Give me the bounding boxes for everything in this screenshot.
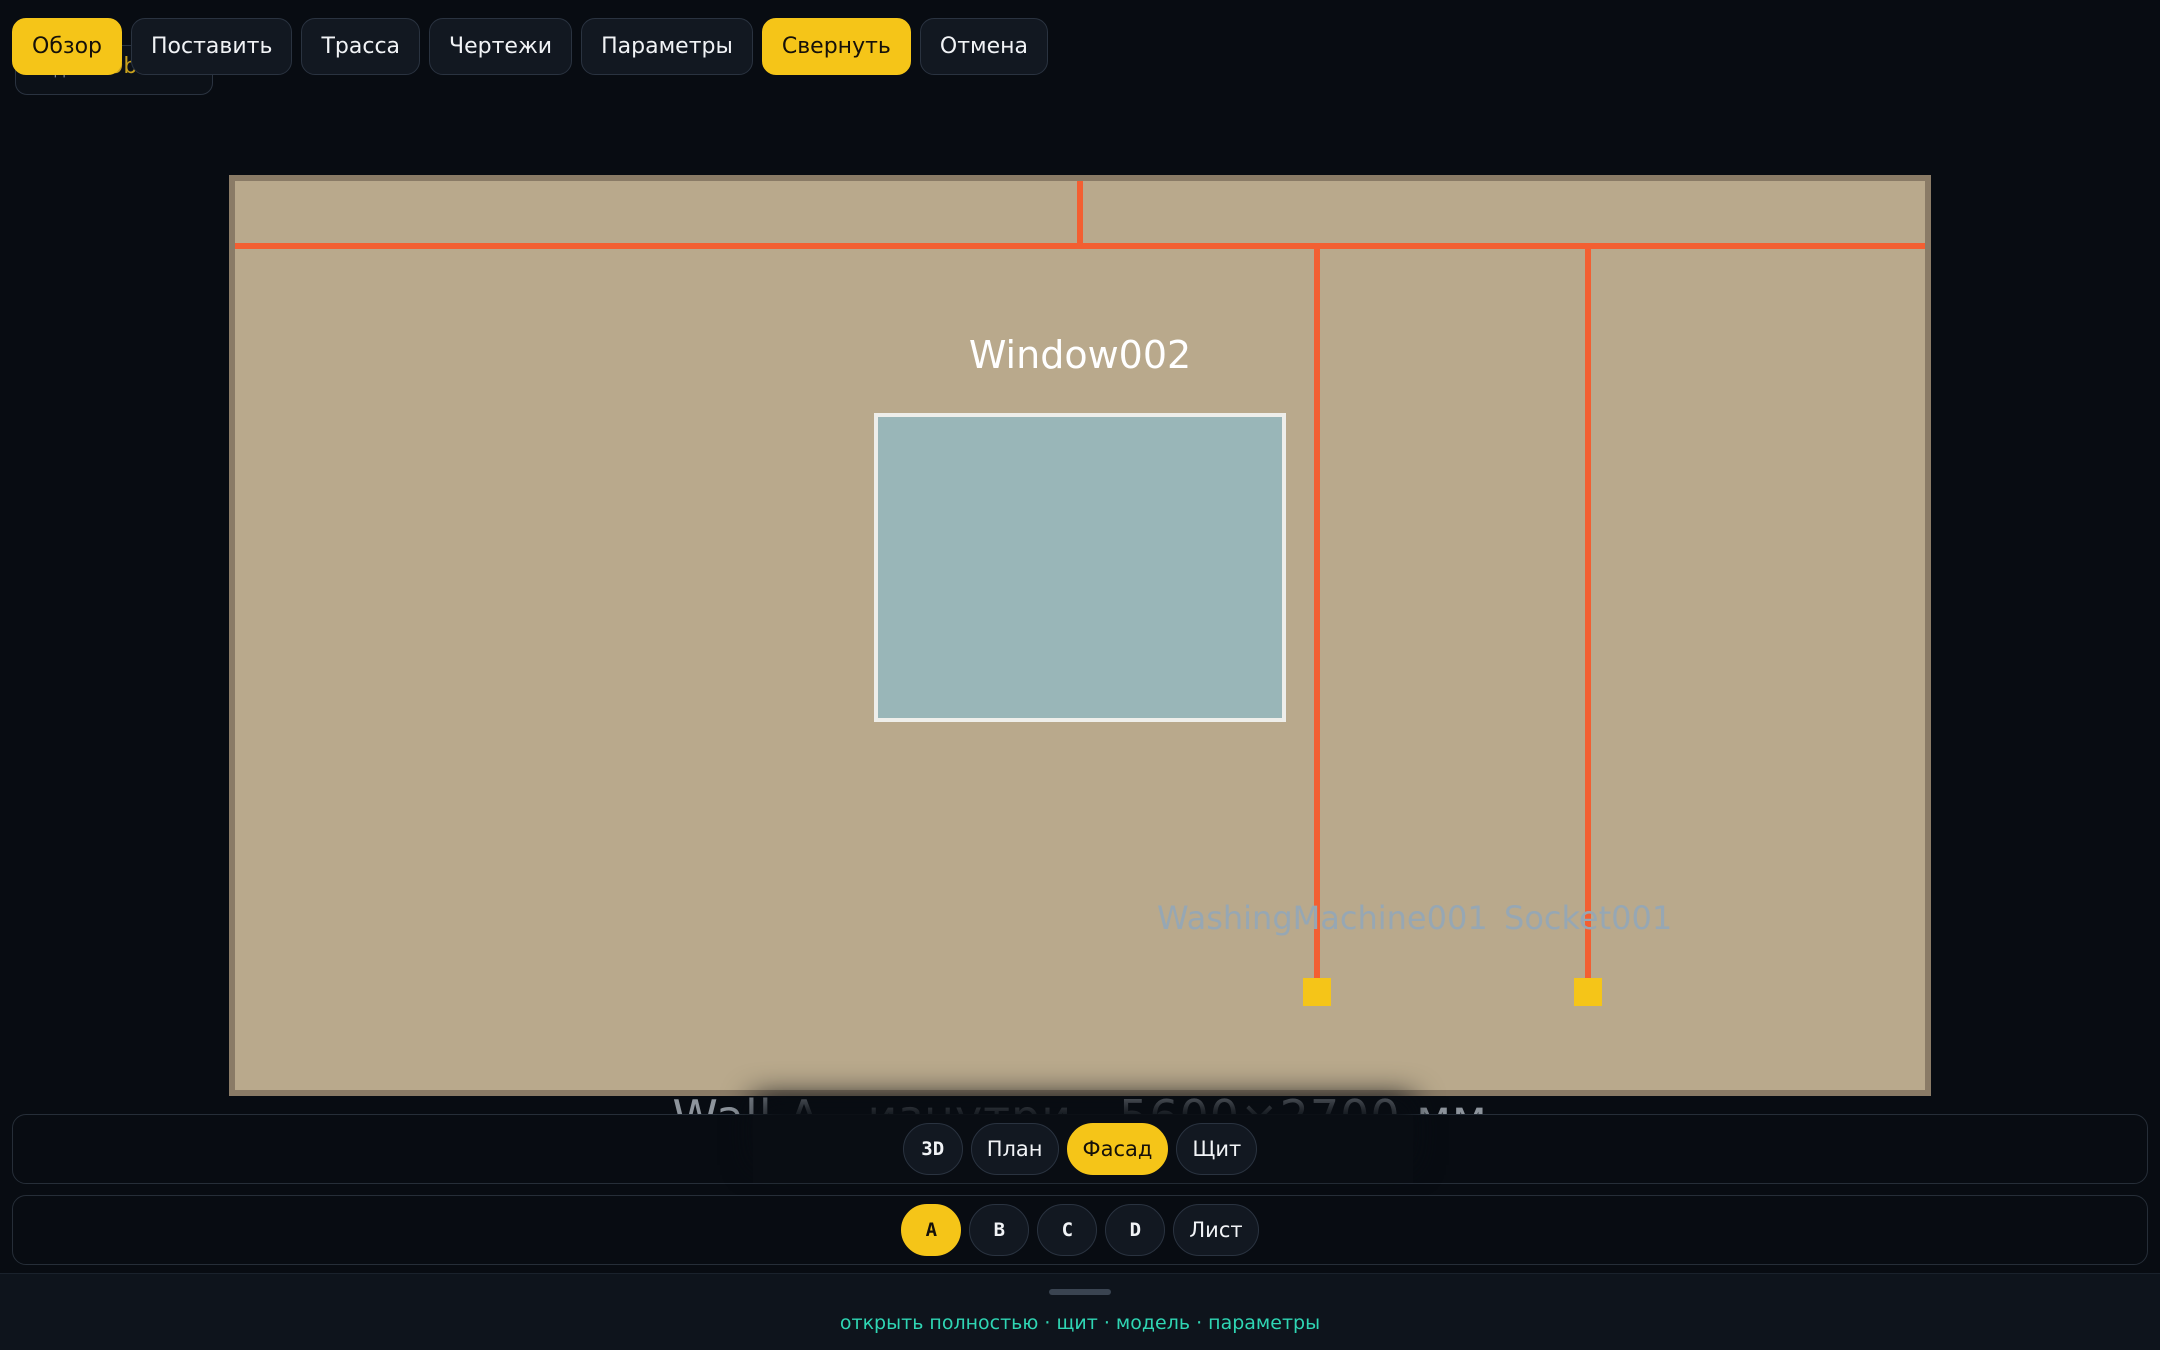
route-button[interactable]: Трасса	[301, 18, 421, 75]
undo-button[interactable]: Отмена	[919, 18, 1049, 75]
wall-tab-a[interactable]: A	[901, 1204, 962, 1256]
device-marker-socket[interactable]	[1574, 978, 1602, 1006]
collapse-button[interactable]: Свернуть	[761, 18, 911, 75]
place-button[interactable]: Поставить	[131, 18, 293, 75]
view-tab-panel[interactable]: Щит	[1176, 1123, 1258, 1175]
drawings-button[interactable]: Чертежи	[429, 18, 573, 75]
parameters-button[interactable]: Параметры	[581, 18, 753, 75]
wall-tab-c[interactable]: C	[1037, 1204, 1098, 1256]
wall-tab-d[interactable]: D	[1105, 1204, 1166, 1256]
elevation-canvas[interactable]: Window002 WashingMachine001 Socket001	[0, 0, 2160, 1120]
wall-selector-bar: A B C D Лист	[12, 1195, 2148, 1265]
overview-button[interactable]: Обзор	[12, 18, 123, 75]
elevation-svg[interactable]: Window002 WashingMachine001 Socket001	[0, 0, 2160, 1120]
sheet-drag-handle[interactable]	[1049, 1289, 1111, 1295]
device-label-socket: Socket001	[1504, 899, 1672, 937]
bottom-sheet: открыть полностью · щит · модель · парам…	[0, 1273, 2160, 1350]
device-marker-washing-machine[interactable]	[1303, 978, 1331, 1006]
window-opening[interactable]	[874, 413, 1286, 722]
view-tab-facade[interactable]: Фасад	[1066, 1123, 1169, 1175]
sheet-links[interactable]: открыть полностью · щит · модель · парам…	[0, 1312, 2160, 1334]
wall-tab-sheet[interactable]: Лист	[1173, 1204, 1259, 1256]
view-tab-3d[interactable]: 3D	[902, 1123, 963, 1175]
window-label: Window002	[969, 333, 1191, 377]
wall-tab-b[interactable]: B	[969, 1204, 1030, 1256]
main-toolbar: Обзор Поставить Трасса Чертежи Параметры…	[12, 18, 1049, 75]
device-label-washing-machine: WashingMachine001	[1157, 899, 1488, 937]
view-tab-plan[interactable]: План	[970, 1123, 1059, 1175]
view-mode-bar: 3D План Фасад Щит	[12, 1114, 2148, 1184]
